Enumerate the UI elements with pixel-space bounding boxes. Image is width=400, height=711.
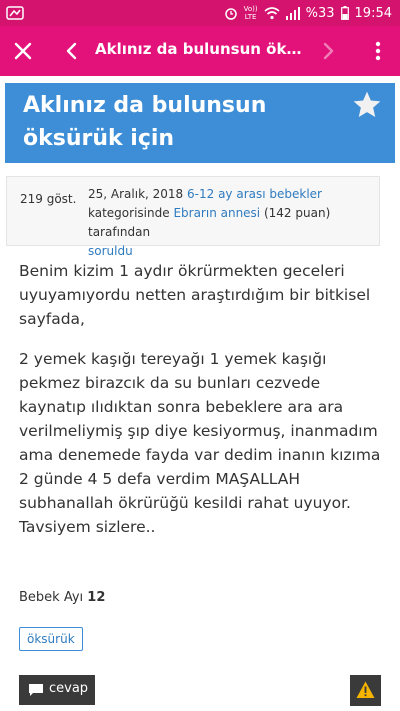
volte-bottom-text: LTE xyxy=(244,13,257,21)
back-icon[interactable] xyxy=(62,39,82,63)
question-meta: 25, Aralık, 2018 6-12 ay arası bebekler … xyxy=(88,185,378,261)
tag-oksuruk[interactable]: öksürük xyxy=(19,627,83,651)
question-title-banner: Aklınız da bulunsun öksürük için xyxy=(5,83,395,163)
reply-button[interactable]: cevap xyxy=(19,675,95,705)
battery-icon xyxy=(340,6,349,20)
report-button[interactable] xyxy=(350,675,381,706)
view-count: 219 göst. xyxy=(20,192,77,206)
question-body: Benim kizim 1 aydır ökrürmekten geceleri… xyxy=(19,259,381,555)
notification-icon xyxy=(6,4,24,22)
baby-age-value: 12 xyxy=(87,590,106,605)
page-title: Aklınız da bulunsun öksürük için-... xyxy=(95,40,310,58)
body-paragraph-1: Benim kizim 1 aydır ökrürmekten geceleri… xyxy=(19,262,371,328)
forward-icon[interactable] xyxy=(318,39,338,63)
reply-label: cevap xyxy=(49,681,89,696)
battery-percent: %33 xyxy=(305,5,335,21)
author-link[interactable]: Ebrarın annesi xyxy=(173,206,260,220)
warning-icon xyxy=(356,681,375,698)
author-points: (142 puan) xyxy=(263,206,331,220)
volte-indicator: Vo)) LTE xyxy=(244,5,258,21)
baby-age: Bebek Ayı 12 xyxy=(19,590,105,605)
wifi-icon xyxy=(264,6,280,19)
baby-age-label: Bebek Ayı xyxy=(19,590,84,605)
question-meta-card: 219 göst. 25, Aralık, 2018 6-12 ay arası… xyxy=(6,176,380,258)
alarm-icon xyxy=(224,8,237,20)
volte-top-text: Vo)) xyxy=(243,5,258,13)
question-date: 25, Aralık, 2018 xyxy=(88,187,184,201)
close-icon[interactable] xyxy=(10,38,36,64)
app-bar: Aklınız da bulunsun öksürük için-... xyxy=(0,26,400,76)
category-link[interactable]: 6-12 ay arası bebekler xyxy=(187,187,322,201)
favorite-star-icon[interactable] xyxy=(351,89,383,121)
status-icons: Vo)) LTE %33 19:54 xyxy=(224,3,392,23)
clock: 19:54 xyxy=(354,5,392,21)
body-paragraph-2: 2 yemek kaşığı tereyağı 1 yemek kaşığı p… xyxy=(19,350,381,536)
asked-link[interactable]: soruldu xyxy=(88,244,133,258)
category-suffix: kategorisinde xyxy=(88,206,170,220)
by-text: tarafından xyxy=(88,225,151,239)
comment-icon xyxy=(29,684,43,696)
status-bar: Vo)) LTE %33 19:54 xyxy=(0,0,400,26)
more-vert-icon[interactable] xyxy=(368,39,388,63)
signal-icon xyxy=(285,6,300,20)
question-title: Aklınız da bulunsun öksürük için xyxy=(23,93,267,151)
